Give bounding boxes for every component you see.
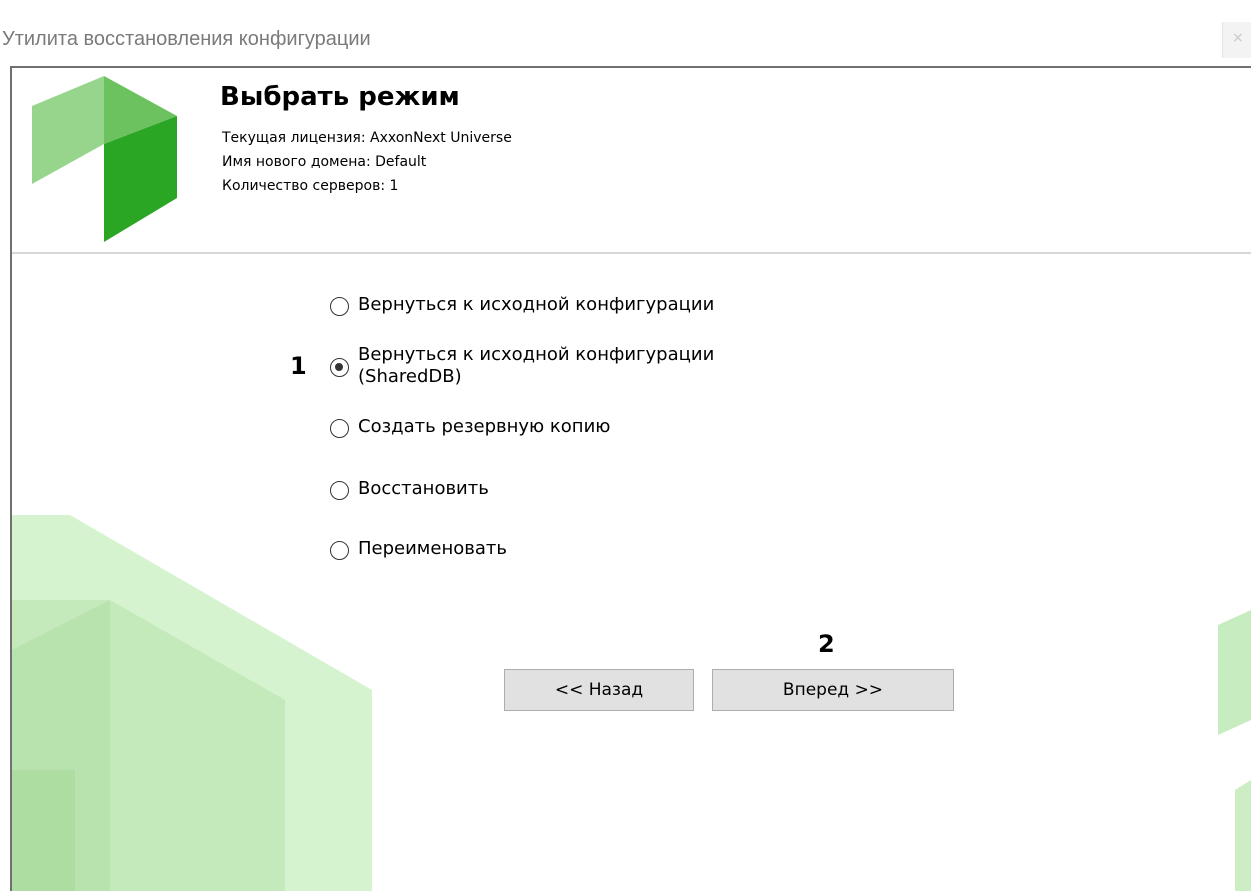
radio-button[interactable]	[330, 297, 349, 316]
option-label-line2: (SharedDB)	[358, 366, 462, 387]
option-rename[interactable]: Переименовать	[330, 538, 507, 560]
radio-button[interactable]	[330, 419, 349, 438]
option-label: Вернуться к исходной конфигурации (Share…	[358, 344, 714, 388]
annotation-marker-1: 1	[290, 352, 307, 380]
close-icon: ×	[1232, 30, 1244, 46]
app-logo-icon	[32, 76, 177, 242]
option-restore[interactable]: Восстановить	[330, 478, 489, 500]
page-title: Выбрать режим	[220, 82, 460, 112]
servers-info: Количество серверов: 1	[222, 178, 399, 194]
option-label: Создать резервную копию	[358, 416, 611, 437]
header-divider	[12, 252, 1251, 254]
window-title: Утилита восстановления конфигурации	[2, 28, 371, 50]
config-restore-window: Утилита восстановления конфигурации × Вы…	[0, 0, 1251, 891]
decor-shape	[1235, 780, 1251, 891]
license-info: Текущая лицензия: AxxonNext Universe	[222, 130, 512, 146]
decor-shape	[1218, 610, 1251, 735]
option-label-line1: Вернуться к исходной конфигурации	[358, 344, 715, 365]
option-label: Восстановить	[358, 478, 489, 499]
option-create-backup[interactable]: Создать резервную копию	[330, 416, 610, 438]
decor-shape	[12, 770, 75, 891]
option-restore-original-shareddb[interactable]: Вернуться к исходной конфигурации (Share…	[330, 344, 714, 388]
title-bar: Утилита восстановления конфигурации ×	[0, 0, 1251, 66]
next-button[interactable]: Вперед >>	[712, 669, 954, 711]
radio-button-selected[interactable]	[330, 358, 349, 377]
option-restore-original[interactable]: Вернуться к исходной конфигурации	[330, 294, 714, 316]
wizard-header: Выбрать режим Текущая лицензия: AxxonNex…	[12, 68, 1251, 252]
close-button[interactable]: ×	[1222, 22, 1251, 58]
annotation-marker-2: 2	[818, 630, 835, 658]
option-label: Переименовать	[358, 538, 507, 559]
radio-button[interactable]	[330, 481, 349, 500]
back-button[interactable]: << Назад	[504, 669, 694, 711]
radio-button[interactable]	[330, 541, 349, 560]
option-label: Вернуться к исходной конфигурации	[358, 294, 715, 315]
domain-info: Имя нового домена: Default	[222, 154, 427, 170]
